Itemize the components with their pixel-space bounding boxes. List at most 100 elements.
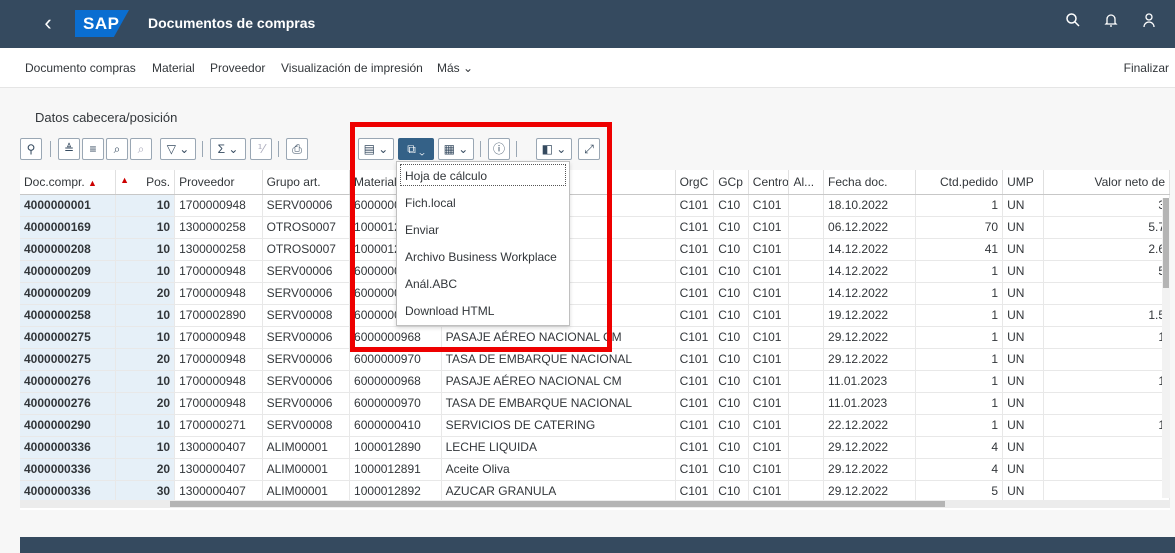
table-cell: UN bbox=[1002, 392, 1044, 415]
table-cell: UN bbox=[1002, 260, 1044, 283]
table-cell: SERVICIOS DE CATERING bbox=[441, 414, 676, 437]
col-gcp[interactable]: GCp bbox=[713, 170, 749, 195]
table-cell: UN bbox=[1002, 216, 1044, 239]
table-cell: C10 bbox=[713, 458, 749, 481]
scroll-thumb[interactable] bbox=[1163, 198, 1169, 288]
table-cell: C10 bbox=[713, 480, 749, 503]
table-cell: 1700002890 bbox=[174, 304, 263, 327]
table-row[interactable]: 4000000290 10 1700000271 SERV00008 600000041… bbox=[20, 414, 1170, 437]
user-icon[interactable] bbox=[1138, 12, 1160, 34]
table-cell: C10 bbox=[713, 216, 749, 239]
align-top-icon[interactable]: ≜ bbox=[58, 138, 80, 160]
menu-mas[interactable]: Más ⌄ bbox=[437, 61, 473, 75]
col-centro[interactable]: Centro bbox=[748, 170, 790, 195]
table-cell: C101 bbox=[748, 238, 790, 261]
table-cell: 29.12.2022 bbox=[823, 348, 916, 371]
search-icon[interactable] bbox=[1062, 12, 1084, 34]
table-row[interactable]: 4000000336 20 1300000407 ALIM00001 100001289… bbox=[20, 458, 1170, 481]
menu-visualizacion[interactable]: Visualización de impresión bbox=[281, 61, 423, 75]
table-cell: 4000000336 bbox=[20, 458, 117, 481]
table-cell: C101 bbox=[675, 260, 715, 283]
table-cell: 1 bbox=[915, 348, 1004, 371]
col-label: Pos. bbox=[146, 174, 171, 189]
menu-material[interactable]: Material bbox=[152, 61, 195, 75]
table-cell: 10 bbox=[115, 238, 176, 261]
table-cell: SERV00006 bbox=[262, 348, 351, 371]
table-cell: SERV00008 bbox=[262, 304, 351, 327]
table-cell: UN bbox=[1002, 304, 1044, 327]
table-cell: C101 bbox=[748, 480, 790, 503]
table-cell: SERV00006 bbox=[262, 260, 351, 283]
col-al[interactable]: Al... bbox=[788, 170, 825, 195]
table-cell: C101 bbox=[675, 194, 715, 217]
bell-icon[interactable] bbox=[1100, 12, 1122, 34]
table-cell: SERV00006 bbox=[262, 282, 351, 305]
col-ump[interactable]: UMP bbox=[1002, 170, 1044, 195]
table-cell: 1700000948 bbox=[174, 326, 263, 349]
search-icon[interactable]: ⌕ bbox=[106, 138, 128, 160]
col-ctd-pedido[interactable]: Ctd.pedido bbox=[915, 170, 1004, 195]
table-cell: C10 bbox=[713, 326, 749, 349]
table-cell: C10 bbox=[713, 436, 749, 459]
chevron-down-icon: ⌄ bbox=[463, 61, 474, 75]
filter-lines-icon[interactable]: ≡ bbox=[82, 138, 104, 160]
table-cell: 70 bbox=[915, 216, 1004, 239]
col-fecha-doc[interactable]: Fecha doc. bbox=[823, 170, 916, 195]
separator bbox=[278, 141, 279, 157]
col-doc-compr[interactable]: Doc.compr. ▲ bbox=[20, 170, 117, 195]
table-cell: 1300000407 bbox=[174, 436, 263, 459]
table-cell: 29.12.2022 bbox=[823, 326, 916, 349]
table-cell: 20 bbox=[115, 458, 176, 481]
table-cell: 1300000407 bbox=[174, 480, 263, 503]
table-cell: 06.12.2022 bbox=[823, 216, 916, 239]
table-cell: C101 bbox=[748, 216, 790, 239]
table-cell bbox=[788, 304, 825, 327]
table-cell: 14.12.2022 bbox=[823, 238, 916, 261]
filter-icon[interactable]: ▽ ⌄ bbox=[160, 138, 196, 160]
col-proveedor[interactable]: Proveedor bbox=[174, 170, 263, 195]
table-row[interactable]: 4000000276 20 1700000948 SERV00006 600000097… bbox=[20, 392, 1170, 415]
table-cell: LECHE LIQUIDA bbox=[441, 436, 676, 459]
sum-icon[interactable]: Σ ⌄ bbox=[210, 138, 246, 160]
scroll-thumb[interactable] bbox=[170, 501, 945, 507]
menu-documento-compras[interactable]: Documento compras bbox=[25, 61, 136, 75]
table-row[interactable]: 4000000336 10 1300000407 ALIM00001 100001289… bbox=[20, 436, 1170, 459]
table-cell: 4000000336 bbox=[20, 480, 117, 503]
search-next-icon[interactable]: ⌕ bbox=[130, 138, 152, 160]
table-cell: PASAJE AÉREO NACIONAL CM bbox=[441, 370, 676, 393]
sap-logo[interactable]: SAP bbox=[75, 10, 129, 37]
table-cell: 29.12.2022 bbox=[823, 458, 916, 481]
col-orgc[interactable]: OrgC bbox=[675, 170, 715, 195]
finalizar-button[interactable]: Finalizar bbox=[1124, 61, 1169, 75]
table-cell: C101 bbox=[675, 326, 715, 349]
table-cell: 20 bbox=[115, 392, 176, 415]
zoom-icon[interactable]: ⚲ bbox=[20, 138, 42, 160]
table-cell: 1700000948 bbox=[174, 370, 263, 393]
subtotal-icon[interactable]: ⅟ bbox=[250, 138, 272, 160]
menu-proveedor[interactable]: Proveedor bbox=[210, 61, 265, 75]
footer-bar bbox=[20, 537, 1175, 553]
back-icon[interactable]: ‹ bbox=[36, 12, 60, 36]
table-row[interactable]: 4000000336 30 1300000407 ALIM00001 100001289… bbox=[20, 480, 1170, 503]
vertical-scrollbar[interactable] bbox=[1162, 198, 1170, 498]
horizontal-scrollbar[interactable] bbox=[20, 500, 1170, 508]
table-cell: 10 bbox=[115, 216, 176, 239]
table-cell: OTROS0007 bbox=[262, 216, 351, 239]
table-cell: C10 bbox=[713, 238, 749, 261]
col-pos[interactable]: ▲ Pos. bbox=[115, 170, 176, 195]
table-row[interactable]: 4000000276 10 1700000948 SERV00006 600000096… bbox=[20, 370, 1170, 393]
table-cell: 4000000275 bbox=[20, 348, 117, 371]
table-cell: C101 bbox=[748, 436, 790, 459]
table-cell: 10 bbox=[115, 436, 176, 459]
table-cell bbox=[788, 260, 825, 283]
table-cell: C10 bbox=[713, 260, 749, 283]
print-icon[interactable]: ⎙ bbox=[286, 138, 308, 160]
table-cell: 10 bbox=[115, 326, 176, 349]
table-cell: 29.12.2022 bbox=[823, 436, 916, 459]
table-cell: ALIM00001 bbox=[262, 436, 351, 459]
table-cell: 5 bbox=[1043, 260, 1170, 283]
col-valor-neto[interactable]: Valor neto de bbox=[1043, 170, 1170, 195]
col-grupo-art[interactable]: Grupo art. bbox=[262, 170, 351, 195]
table-cell: 20 bbox=[115, 348, 176, 371]
table-cell: SERV00006 bbox=[262, 326, 351, 349]
